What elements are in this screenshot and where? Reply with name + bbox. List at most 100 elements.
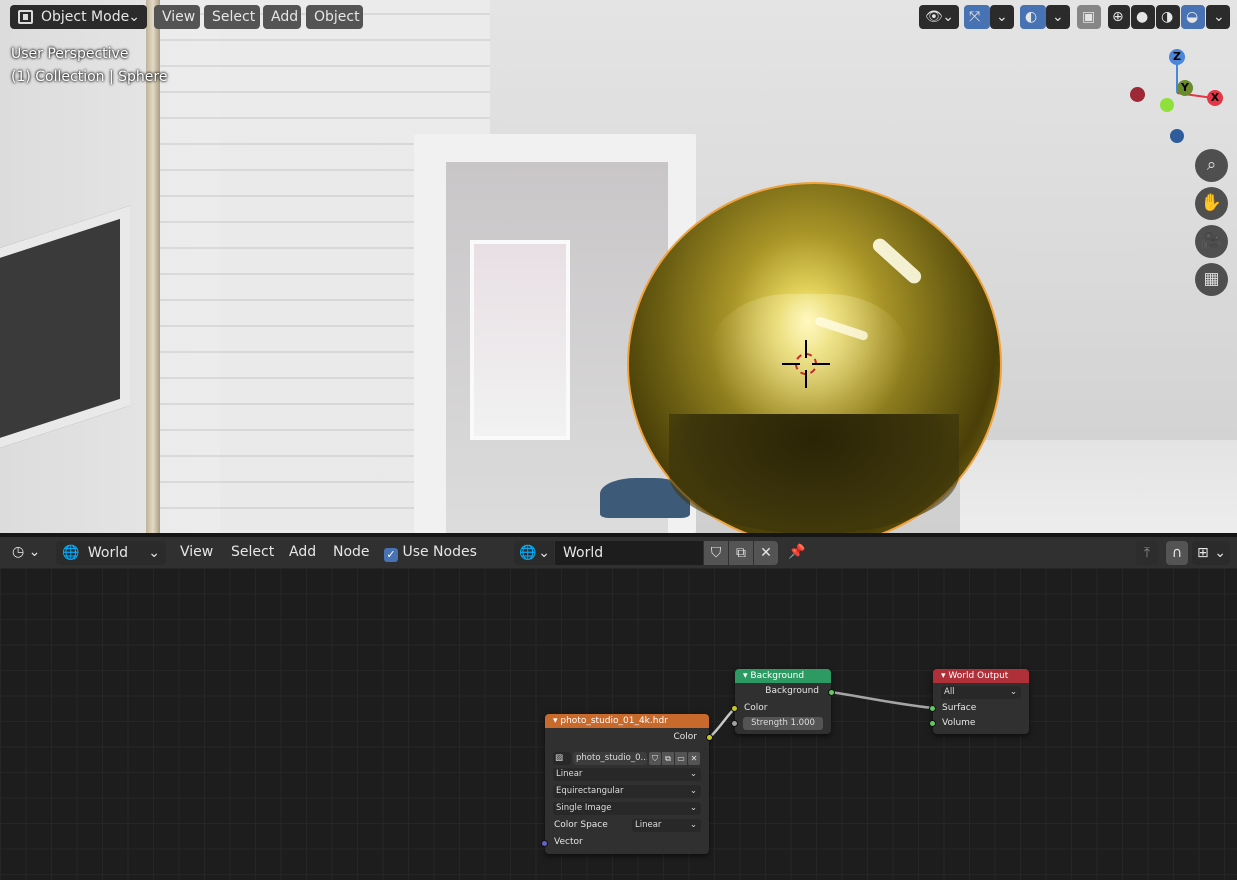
input-strength-socket[interactable] <box>731 720 738 727</box>
node-canvas[interactable]: ▾ photo_studio_01_4k.hdr Color ▨ photo_s… <box>0 568 1237 880</box>
axis-neg-y-handle[interactable] <box>1160 98 1174 112</box>
output-background-socket[interactable] <box>828 689 835 696</box>
menu-select[interactable]: Select <box>231 537 274 568</box>
target-dropdown[interactable]: All ⌄ <box>941 686 1021 699</box>
image-browse-button[interactable]: ▨ <box>553 752 571 765</box>
input-color-socket[interactable] <box>731 705 738 712</box>
mode-selector[interactable]: Object Mode ⌄ <box>10 5 147 29</box>
fake-user-shield-icon[interactable]: ⛉ <box>704 541 728 565</box>
fake-user-shield-icon[interactable]: ⛉ <box>649 752 661 765</box>
axis-x-handle[interactable]: X <box>1207 90 1223 106</box>
menu-view[interactable]: View <box>154 5 200 29</box>
snap-magnet-icon[interactable]: ∩ <box>1166 541 1188 565</box>
chevron-down-icon: ⌄ <box>1052 9 1064 25</box>
zoom-icon[interactable]: ⌕ <box>1195 149 1228 182</box>
chevron-down-icon: ⌄ <box>538 545 550 561</box>
folder-open-icon[interactable]: ▭ <box>675 752 687 765</box>
world-icon: 🌐 <box>519 545 537 561</box>
overlays-toggle[interactable]: ◐ <box>1020 5 1046 29</box>
editor-type-selector[interactable]: ◷ ⌄ <box>12 537 40 568</box>
source-value: Single Image <box>556 803 612 813</box>
unlink-close-icon[interactable]: ✕ <box>688 752 700 765</box>
3d-viewport[interactable]: Object Mode ⌄ View Select Add Object 👁 ⌄ … <box>0 0 1237 533</box>
duplicate-icon[interactable]: ⧉ <box>729 541 753 565</box>
xray-toggle[interactable]: ▣ <box>1077 5 1101 29</box>
world-output-node[interactable]: ▾ World Output All ⌄ Surface Volume <box>929 669 1029 734</box>
color-space-dropdown[interactable]: Linear ⌄ <box>632 819 701 832</box>
node-title: photo_studio_01_4k.hdr <box>560 716 668 726</box>
link-background-to-surface <box>830 690 934 710</box>
shading-wireframe[interactable]: ⊕ <box>1108 5 1130 29</box>
navigation-gizmo[interactable]: Z Y X <box>1125 45 1230 145</box>
sphere-highlight <box>870 235 924 287</box>
pin-icon[interactable]: 📌 <box>788 537 805 568</box>
axis-z-handle[interactable]: Z <box>1169 49 1185 65</box>
input-volume-socket[interactable] <box>929 720 936 727</box>
world-name-field[interactable]: World <box>555 541 703 565</box>
3d-cursor-icon[interactable] <box>782 340 830 388</box>
unlink-close-icon[interactable]: ✕ <box>754 541 778 565</box>
xray-icon: ▣ <box>1082 9 1096 25</box>
scene-floor <box>960 440 1237 533</box>
menu-view[interactable]: View <box>180 537 213 568</box>
axis-neg-x-handle[interactable] <box>1130 87 1145 102</box>
axis-neg-z-handle[interactable] <box>1170 129 1184 143</box>
node-header[interactable]: ▾ photo_studio_01_4k.hdr <box>545 714 709 728</box>
mode-label: Object Mode <box>41 9 130 25</box>
pan-hand-icon[interactable]: ✋ <box>1195 187 1228 220</box>
chevron-down-icon: ⌄ <box>1214 545 1226 561</box>
gizmo-toggle[interactable]: ⤧ <box>964 5 990 29</box>
projection-value: Equirectangular <box>556 786 624 796</box>
axis-y-handle[interactable]: Y <box>1177 80 1193 96</box>
gizmo-icon: ⤧ <box>969 9 981 25</box>
projection-dropdown[interactable]: Equirectangular ⌄ <box>553 785 701 798</box>
output-color-socket[interactable] <box>706 734 713 741</box>
shading-material[interactable]: ◑ <box>1156 5 1180 29</box>
input-color-label: Color <box>744 703 768 713</box>
image-icon: ▨ <box>555 753 564 763</box>
node-editor-icon: ◷ <box>12 544 25 560</box>
interpolation-dropdown[interactable]: Linear ⌄ <box>553 768 701 781</box>
output-background-label: Background <box>765 686 819 696</box>
target-value: All <box>944 687 955 697</box>
shading-solid[interactable]: ● <box>1131 5 1155 29</box>
shading-rendered[interactable]: ◒ <box>1181 5 1205 29</box>
input-volume-label: Volume <box>942 718 976 728</box>
chevron-down-icon: ⌄ <box>28 544 41 560</box>
menu-select[interactable]: Select <box>204 5 260 29</box>
node-title: Background <box>750 671 805 681</box>
input-surface-socket[interactable] <box>929 705 936 712</box>
object-mode-icon <box>18 10 33 24</box>
snap-target-selector[interactable]: ⊞ ⌄ <box>1192 541 1230 565</box>
overlays-dropdown[interactable]: ⌄ <box>1046 5 1070 29</box>
visibility-selector[interactable]: 👁 ⌄ <box>919 5 959 29</box>
input-vector-socket[interactable] <box>541 840 548 847</box>
source-dropdown[interactable]: Single Image ⌄ <box>553 802 701 815</box>
input-vector-label: Vector <box>554 837 583 847</box>
chevron-down-icon: ⌄ <box>689 803 697 813</box>
perspective-grid-icon[interactable]: ▦ <box>1195 263 1228 296</box>
camera-icon[interactable]: 🎥 <box>1195 225 1228 258</box>
chevron-down-icon: ⌄ <box>689 769 697 779</box>
image-name-field[interactable]: photo_studio_0... <box>573 752 647 765</box>
shader-type-selector[interactable]: 🌐 World ⌄ <box>56 541 166 565</box>
menu-object[interactable]: Object <box>306 5 363 29</box>
use-nodes-toggle[interactable]: ✓ Use Nodes <box>384 537 477 568</box>
parent-node-tree-icon[interactable]: ⤒ <box>1136 541 1158 565</box>
strength-value: 1.000 <box>790 718 815 728</box>
strength-field[interactable]: Strength 1.000 <box>743 717 823 730</box>
gizmo-dropdown[interactable]: ⌄ <box>990 5 1014 29</box>
duplicate-icon[interactable]: ⧉ <box>662 752 674 765</box>
menu-add[interactable]: Add <box>263 5 301 29</box>
shading-dropdown[interactable]: ⌄ <box>1206 5 1230 29</box>
environment-texture-node[interactable]: ▾ photo_studio_01_4k.hdr Color ▨ photo_s… <box>541 714 713 854</box>
eye-icon: 👁 <box>925 9 943 25</box>
material-sphere-icon: ◑ <box>1161 9 1174 25</box>
node-header[interactable]: ▾ World Output <box>933 669 1029 683</box>
background-node[interactable]: ▾ Background Background Color Strength 1… <box>731 669 835 734</box>
node-header[interactable]: ▾ Background <box>735 669 831 683</box>
checkbox-checked-icon: ✓ <box>384 548 398 562</box>
world-browse-button[interactable]: 🌐 ⌄ <box>514 541 554 565</box>
menu-node[interactable]: Node <box>333 537 370 568</box>
menu-add[interactable]: Add <box>289 537 316 568</box>
